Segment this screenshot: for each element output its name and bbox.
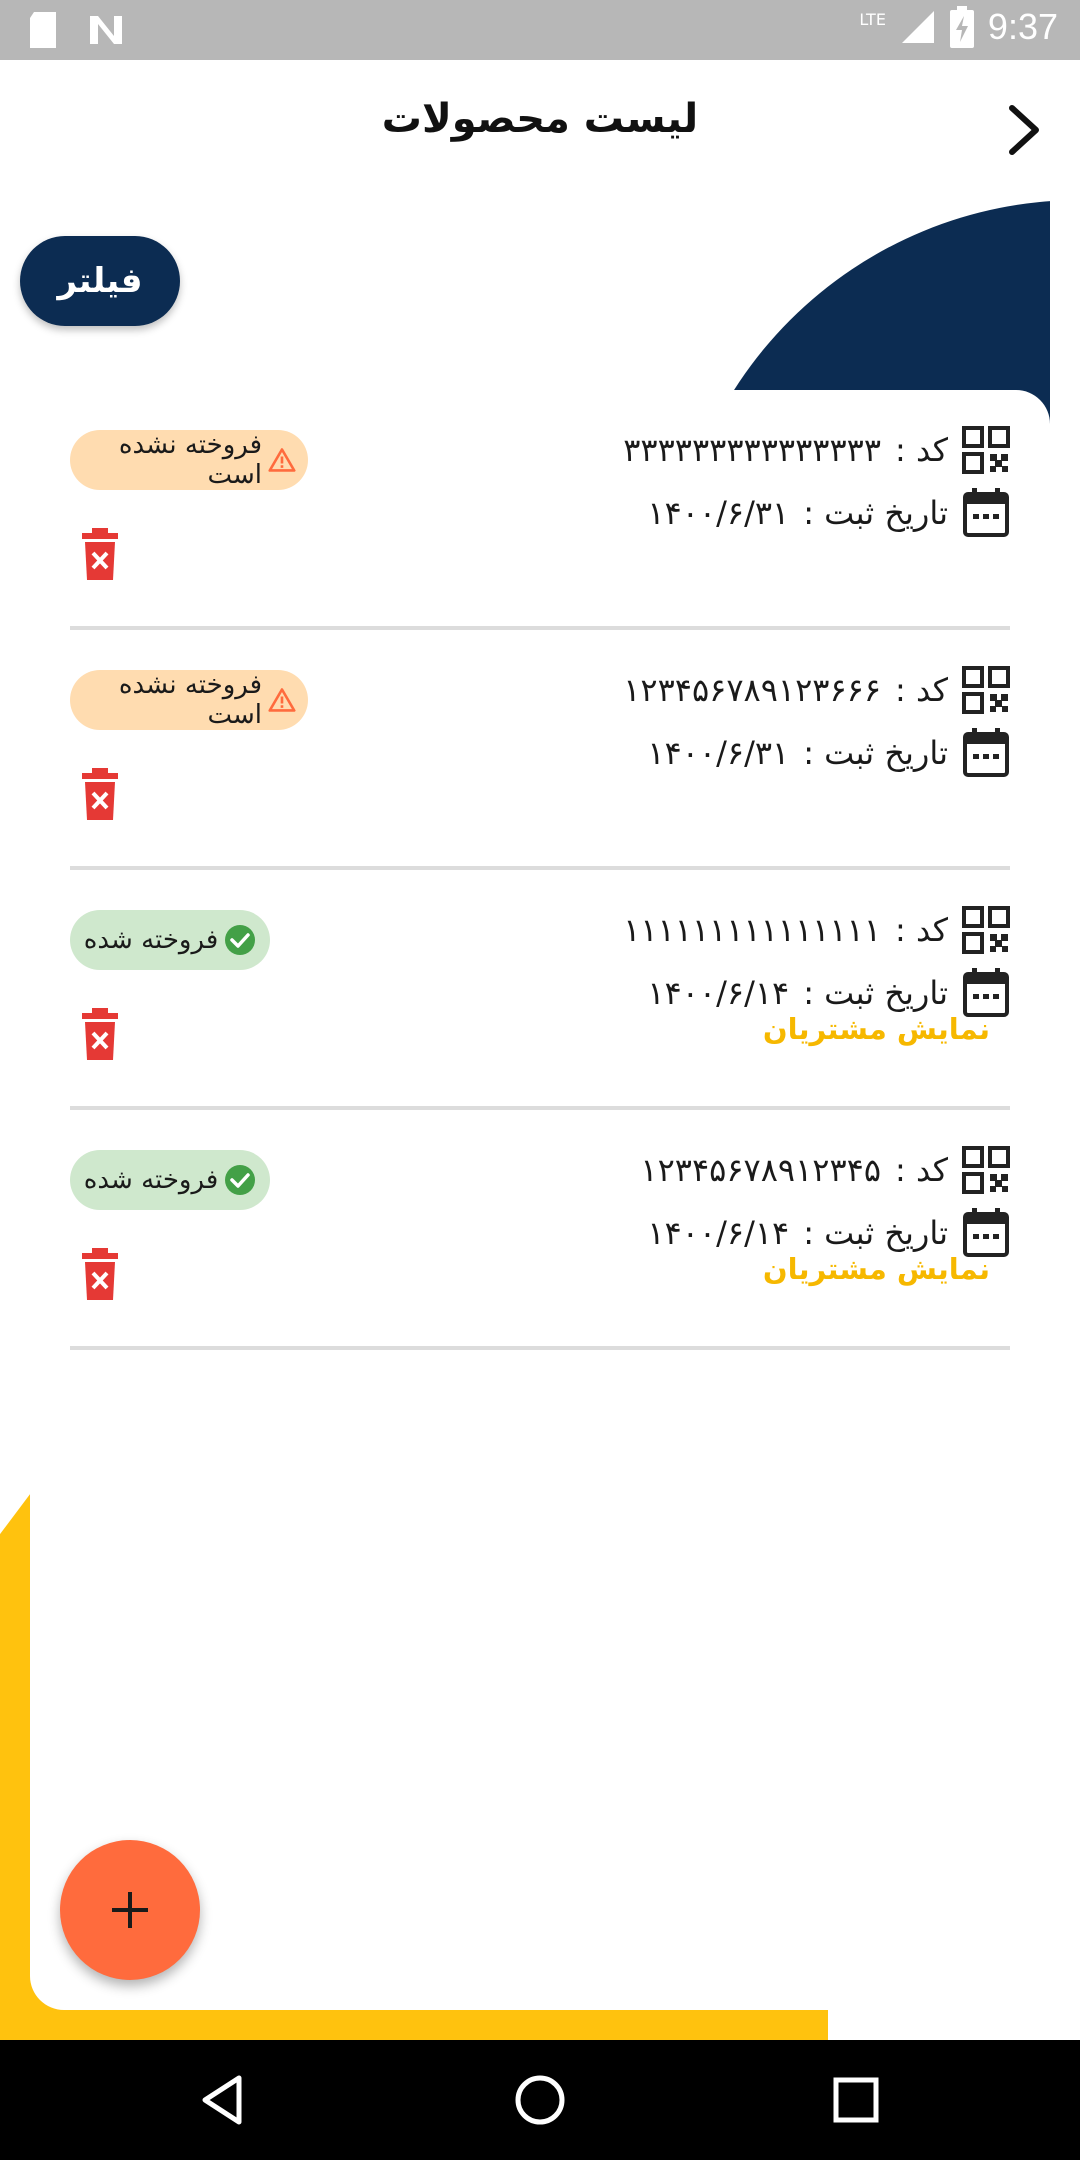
product-code: ۱۲۳۴۵۶۷۸۹۱۲۳۶۶۶: [623, 671, 882, 709]
qr-code-icon: [962, 666, 1010, 714]
status-badge-unsold: فروخته نشده است: [70, 430, 308, 490]
product-item: کد : ۳۳۳۳۳۳۳۳۳۳۳۳۳۳۳ تاریخ ثبت : ۱۴۰۰/۶/…: [70, 390, 1010, 630]
plus-icon: [112, 1892, 148, 1928]
product-code-row: کد : ۱۲۳۴۵۶۷۸۹۱۲۳۴۵: [640, 1146, 1010, 1194]
product-code: ۱۱۱۱۱۱۱۱۱۱۱۱۱۱۱: [623, 911, 882, 949]
product-date: ۱۴۰۰/۶/۳۱: [647, 734, 790, 772]
status-text: فروخته نشده است: [118, 670, 263, 730]
back-chevron-icon[interactable]: [998, 100, 1050, 160]
show-customers-link[interactable]: نمایش مشتریان: [763, 1252, 990, 1286]
battery-charging-icon: [949, 6, 974, 48]
calendar-icon: [963, 968, 1009, 1017]
product-code-label: کد :: [895, 431, 948, 469]
signal-icon: [901, 11, 934, 43]
product-item: کد : ۱۱۱۱۱۱۱۱۱۱۱۱۱۱۱ تاریخ ثبت : ۱۴۰۰/۶/…: [70, 870, 1010, 1110]
product-code-label: کد :: [895, 671, 948, 709]
product-date-label: تاریخ ثبت :: [803, 734, 948, 772]
page-title: لیست محصولات: [381, 96, 699, 142]
add-product-button[interactable]: [60, 1840, 200, 1980]
product-date: ۱۴۰۰/۶/۳۱: [647, 494, 790, 532]
trash-icon[interactable]: [80, 528, 120, 580]
product-code: ۳۳۳۳۳۳۳۳۳۳۳۳۳۳۳: [623, 431, 882, 469]
product-date-label: تاریخ ثبت :: [803, 974, 948, 1012]
qr-code-icon: [962, 426, 1010, 474]
network-type: LTE: [859, 9, 886, 29]
status-left-icons: [26, 10, 126, 50]
status-text: فروخته شده: [83, 1165, 219, 1195]
product-date-row: تاریخ ثبت : ۱۴۰۰/۶/۳۱: [647, 728, 1010, 778]
product-item: کد : ۱۲۳۴۵۶۷۸۹۱۲۳۴۵ تاریخ ثبت : ۱۴۰۰/۶/۱…: [70, 1110, 1010, 1350]
warning-icon: [268, 688, 296, 712]
item-divider: [70, 1346, 1010, 1350]
nav-home-icon[interactable]: [510, 2070, 570, 2130]
calendar-icon: [963, 488, 1009, 537]
system-navigation-bar: [0, 2040, 1080, 2160]
nav-recents-icon[interactable]: [826, 2070, 886, 2130]
product-date-row: تاریخ ثبت : ۱۴۰۰/۶/۳۱: [647, 488, 1010, 538]
product-date-label: تاریخ ثبت :: [803, 1214, 948, 1252]
product-code-row: کد : ۱۱۱۱۱۱۱۱۱۱۱۱۱۱۱: [623, 906, 1010, 954]
status-right-icons: LTE 9:37: [859, 6, 1058, 48]
status-text: فروخته شده: [83, 925, 219, 955]
status-badge-unsold: فروخته نشده است: [70, 670, 308, 730]
product-code-label: کد :: [895, 911, 948, 949]
product-item: کد : ۱۲۳۴۵۶۷۸۹۱۲۳۶۶۶ تاریخ ثبت : ۱۴۰۰/۶/…: [70, 630, 1010, 870]
status-text: فروخته نشده است: [118, 430, 263, 490]
calendar-icon: [963, 728, 1009, 777]
show-customers-link[interactable]: نمایش مشتریان: [763, 1012, 990, 1046]
trash-icon[interactable]: [80, 1008, 120, 1060]
check-circle-icon: [225, 925, 256, 955]
product-date: ۱۴۰۰/۶/۱۴: [647, 974, 790, 1012]
trash-icon[interactable]: [80, 1248, 120, 1300]
status-badge-sold: فروخته شده: [70, 1150, 270, 1210]
nav-back-icon[interactable]: [195, 2070, 255, 2130]
calendar-icon: [963, 1208, 1009, 1257]
status-bar: LTE 9:37: [0, 0, 1080, 60]
qr-code-icon: [962, 1146, 1010, 1194]
product-date: ۱۴۰۰/۶/۱۴: [647, 1214, 790, 1252]
product-code-row: کد : ۳۳۳۳۳۳۳۳۳۳۳۳۳۳۳: [623, 426, 1010, 474]
product-date-row: تاریخ ثبت : ۱۴۰۰/۶/۱۴: [647, 1208, 1010, 1258]
check-circle-icon: [225, 1165, 256, 1195]
warning-icon: [268, 448, 296, 472]
product-code-label: کد :: [895, 1151, 948, 1189]
product-code-row: کد : ۱۲۳۴۵۶۷۸۹۱۲۳۶۶۶: [623, 666, 1010, 714]
trash-icon[interactable]: [80, 768, 120, 820]
sd-card-icon: [30, 12, 56, 48]
n-notification-icon: [90, 16, 122, 44]
qr-code-icon: [962, 906, 1010, 954]
status-badge-sold: فروخته شده: [70, 910, 270, 970]
product-code: ۱۲۳۴۵۶۷۸۹۱۲۳۴۵: [640, 1151, 882, 1189]
status-time: 9:37: [987, 6, 1058, 47]
product-date-label: تاریخ ثبت :: [803, 494, 948, 532]
product-date-row: تاریخ ثبت : ۱۴۰۰/۶/۱۴: [647, 968, 1010, 1018]
filter-button[interactable]: فیلتر: [20, 236, 180, 326]
products-card: کد : ۳۳۳۳۳۳۳۳۳۳۳۳۳۳۳ تاریخ ثبت : ۱۴۰۰/۶/…: [30, 390, 1050, 2010]
